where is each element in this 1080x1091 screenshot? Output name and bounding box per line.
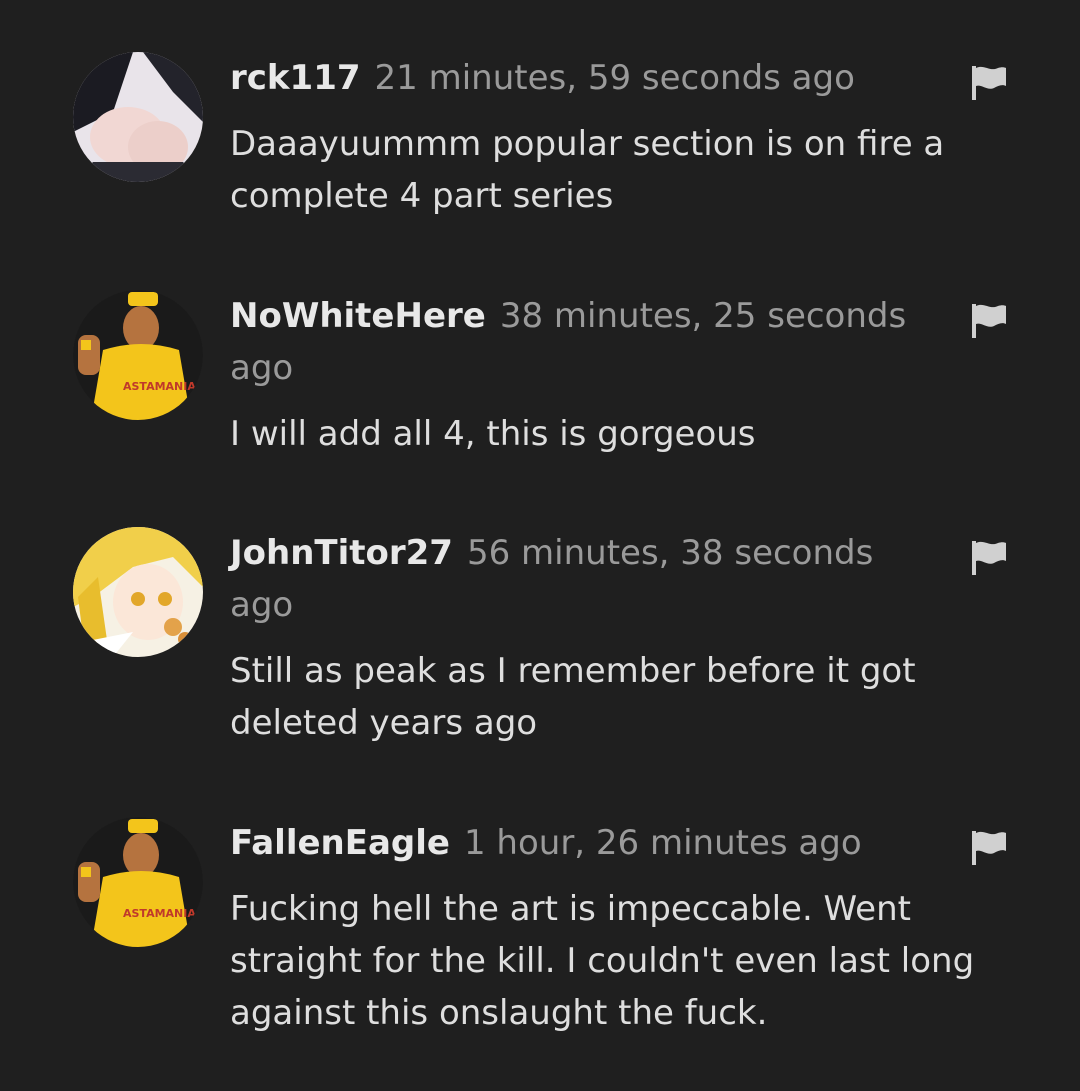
comment-header: rck117 21 minutes, 59 seconds ago (230, 52, 920, 104)
anime-character-avatar-icon (73, 52, 203, 182)
svg-text:ASTAMANIA: ASTAMANIA (123, 907, 196, 920)
username[interactable]: NoWhiteHere (230, 296, 486, 336)
avatar[interactable] (73, 52, 203, 182)
anime-blonde-girl-avatar-icon (73, 527, 203, 657)
avatar[interactable]: ASTAMANIA (73, 817, 203, 947)
flag-icon[interactable] (968, 537, 1010, 579)
timestamp: 21 minutes, 59 seconds ago (374, 58, 855, 98)
comment-header: JohnTitor27 56 minutes, 38 seconds ago (230, 527, 920, 631)
flag-icon[interactable] (968, 62, 1010, 104)
comment-text: Fucking hell the art is impeccable. Went… (230, 889, 975, 1033)
comment-text: Daaayuummm popular section is on fire a … (230, 124, 945, 216)
comment-header: FallenEagle 1 hour, 26 minutes ago (230, 817, 920, 869)
comment-text: I will add all 4, this is gorgeous (230, 414, 756, 454)
timestamp: 1 hour, 26 minutes ago (463, 823, 862, 863)
wrestler-avatar-icon: ASTAMANIA (73, 290, 203, 420)
username[interactable]: JohnTitor27 (230, 533, 453, 573)
username[interactable]: FallenEagle (230, 823, 450, 863)
avatar[interactable]: ASTAMANIA (73, 290, 203, 420)
avatar[interactable] (73, 527, 203, 657)
wrestler-avatar-icon: ASTAMANIA (73, 817, 203, 947)
flag-icon[interactable] (968, 300, 1010, 342)
flag-icon[interactable] (968, 827, 1010, 869)
svg-text:ASTAMANIA: ASTAMANIA (123, 380, 196, 393)
comment-header: NoWhiteHere 38 minutes, 25 seconds ago (230, 290, 920, 394)
username[interactable]: rck117 (230, 58, 361, 98)
comment-text: Still as peak as I remember before it go… (230, 651, 916, 743)
